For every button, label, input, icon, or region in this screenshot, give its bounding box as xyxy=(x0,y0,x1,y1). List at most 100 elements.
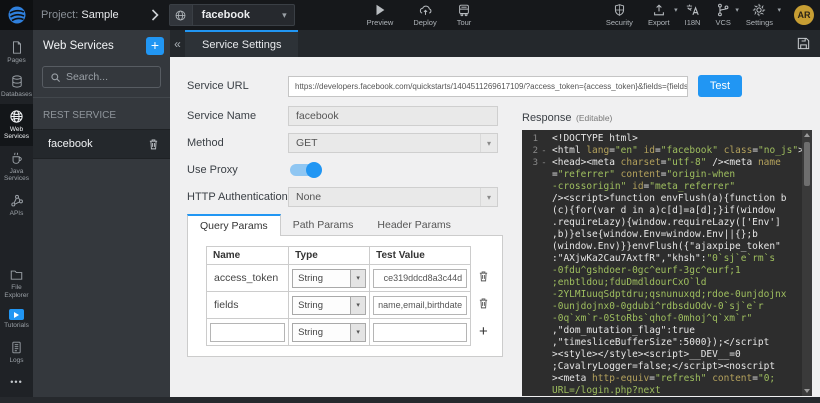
sidebar-item-apis[interactable]: APIs xyxy=(0,188,33,222)
response-section: Response (Editable) 12-3- <!DOCTYPE html… xyxy=(505,106,812,396)
main-panel: « Service Settings Service URL https://d… xyxy=(170,30,820,397)
method-select[interactable]: GET ▾ xyxy=(288,133,498,153)
sidebar-item-java-services[interactable]: Java Services xyxy=(0,146,33,188)
export-button[interactable]: ▾ Export xyxy=(648,3,670,27)
method-value: GET xyxy=(289,137,480,149)
export-icon xyxy=(652,3,666,17)
tab-service-settings[interactable]: Service Settings xyxy=(185,30,298,57)
tour-bus-icon xyxy=(457,3,471,17)
scroll-down-arrow[interactable] xyxy=(804,389,810,393)
editor-scrollbar[interactable] xyxy=(802,130,812,396)
sidebar-item-tutorials[interactable]: Tutorials xyxy=(0,304,33,334)
use-proxy-toggle[interactable] xyxy=(290,164,320,176)
pages-icon xyxy=(10,40,24,55)
tab-path-params[interactable]: Path Params xyxy=(281,214,366,236)
search-icon xyxy=(50,72,61,83)
response-editable-hint: (Editable) xyxy=(576,113,612,123)
sidebar-item-logs[interactable]: Logs xyxy=(0,335,33,369)
delete-service-button[interactable] xyxy=(147,137,160,151)
chevron-down-icon: ▾ xyxy=(777,6,781,14)
i18n-button[interactable]: I18N xyxy=(685,3,701,27)
security-button[interactable]: Security xyxy=(606,3,633,27)
test-button[interactable]: Test xyxy=(698,75,742,97)
translate-icon xyxy=(685,3,700,17)
topbar: Project: Sample facebook ▾ Preview Deplo… xyxy=(0,0,820,30)
topbar-actions-left: Preview Deploy Tour xyxy=(367,3,472,27)
service-url-input[interactable]: https://developers.facebook.com/quicksta… xyxy=(288,76,688,97)
tour-button[interactable]: Tour xyxy=(457,3,472,27)
save-button[interactable] xyxy=(796,30,811,57)
user-avatar[interactable]: AR xyxy=(794,5,814,25)
code-line: ,"timesliceBufferSize":5000});</script xyxy=(552,337,802,349)
vcs-button[interactable]: ▾ VCS xyxy=(715,3,730,27)
new-param-name-input[interactable] xyxy=(210,323,285,342)
service-name-input[interactable]: facebook xyxy=(288,106,498,126)
param-row-fields: fields String▾ name,email,birthdate xyxy=(207,292,492,319)
globe-icon xyxy=(9,109,24,124)
settings-button[interactable]: ▾ Settings xyxy=(746,3,773,27)
web-services-panel: Web Services + Search... REST SERVICE fa… xyxy=(33,30,170,397)
editor-code[interactable]: <!DOCTYPE html><html lang="en" id="faceb… xyxy=(552,130,802,396)
service-list-item-facebook[interactable]: facebook xyxy=(33,129,170,159)
param-test-value-input[interactable]: name,email,birthdate xyxy=(373,296,467,315)
scrollbar-track[interactable] xyxy=(802,140,812,386)
new-param-type-select[interactable]: String▾ xyxy=(292,323,366,342)
http-auth-value: None xyxy=(289,191,480,203)
code-line: -2YLMIuuqSdptdru;qsnunuxqd;rdoe-0unjdojn… xyxy=(552,289,802,301)
search-input[interactable]: Search... xyxy=(42,66,161,88)
code-line: (c){for(var d in a)c[d]=a[d];}if(window xyxy=(552,205,802,217)
api-nodes-icon xyxy=(10,193,24,208)
param-type-select[interactable]: String▾ xyxy=(292,269,366,288)
sidebar-item-file-explorer[interactable]: File Explorer xyxy=(0,263,33,304)
sidebar-item-pages[interactable]: Pages xyxy=(0,35,33,69)
main-tabbar: « Service Settings xyxy=(170,30,820,57)
use-proxy-label: Use Proxy xyxy=(187,164,288,176)
app-logo xyxy=(0,0,33,30)
search-placeholder: Search... xyxy=(66,71,108,83)
more-options-button[interactable]: ••• xyxy=(10,369,22,397)
project-name: Sample xyxy=(81,9,118,21)
chevron-down-icon: ▾ xyxy=(480,134,497,152)
http-auth-select[interactable]: None ▾ xyxy=(288,187,498,207)
module-sidebar: Pages Databases Web Services Java Servic… xyxy=(0,30,33,397)
service-switcher-dropdown[interactable]: facebook ▾ xyxy=(169,4,295,26)
tab-query-params[interactable]: Query Params xyxy=(187,214,281,236)
code-line: -0q`xm`r-0StoRbs`qhof-0mhoj^q`xm`r" xyxy=(552,313,802,325)
param-type-select[interactable]: String▾ xyxy=(292,296,366,315)
chevron-down-icon: ▾ xyxy=(350,270,365,287)
code-line: ;enbtldou;fduDmdldourCxO`ld xyxy=(552,277,802,289)
code-line: -0unjdojnx0-0gdubi^rdbsduOdv-0`sj`e`r xyxy=(552,301,802,313)
params-table: Name Type Test Value access_token String… xyxy=(206,246,492,346)
deploy-button[interactable]: Deploy xyxy=(413,3,436,27)
delete-param-button[interactable] xyxy=(477,296,490,310)
chevron-down-icon: ▾ xyxy=(282,10,287,21)
http-auth-label: HTTP Authentication xyxy=(187,191,288,203)
add-service-button[interactable]: + xyxy=(146,37,164,55)
project-label: Project: xyxy=(41,9,78,21)
column-header-name: Name xyxy=(207,247,289,265)
sidebar-item-web-services[interactable]: Web Services xyxy=(0,104,33,146)
add-param-button[interactable]: + xyxy=(479,323,488,340)
column-header-type: Type xyxy=(289,247,370,265)
code-line: (window.Env)}}envFlush({"ajaxpipe_token" xyxy=(552,241,802,253)
deploy-cloud-icon xyxy=(418,3,433,17)
preview-button[interactable]: Preview xyxy=(367,3,394,27)
horizontal-scrollbar[interactable] xyxy=(0,397,820,403)
editor-gutter: 12-3- xyxy=(522,130,552,396)
param-test-value-input[interactable]: ce319ddcd8a3c44d xyxy=(373,269,467,288)
code-line: ><style></style><script>__DEV__=0 xyxy=(552,349,802,361)
scrollbar-thumb[interactable] xyxy=(804,142,810,186)
code-line: .requireLazy){window.requireLazy(['Env'] xyxy=(552,217,802,229)
sidebar-item-databases[interactable]: Databases xyxy=(0,69,33,103)
delete-param-button[interactable] xyxy=(477,269,490,283)
new-param-test-value-input[interactable] xyxy=(373,323,467,342)
chevron-down-icon: ▾ xyxy=(735,6,739,14)
scroll-up-arrow[interactable] xyxy=(804,133,810,137)
code-line: ,"dom_mutation_flag":true xyxy=(552,325,802,337)
collapse-sidebar-button[interactable]: « xyxy=(170,30,185,57)
tab-header-params[interactable]: Header Params xyxy=(365,214,463,236)
service-settings-form: Service URL https://developers.facebook.… xyxy=(170,57,820,397)
chevron-down-icon: ▾ xyxy=(480,188,497,206)
response-editor[interactable]: 12-3- <!DOCTYPE html><html lang="en" id=… xyxy=(522,130,812,396)
param-name: access_token xyxy=(207,265,289,292)
